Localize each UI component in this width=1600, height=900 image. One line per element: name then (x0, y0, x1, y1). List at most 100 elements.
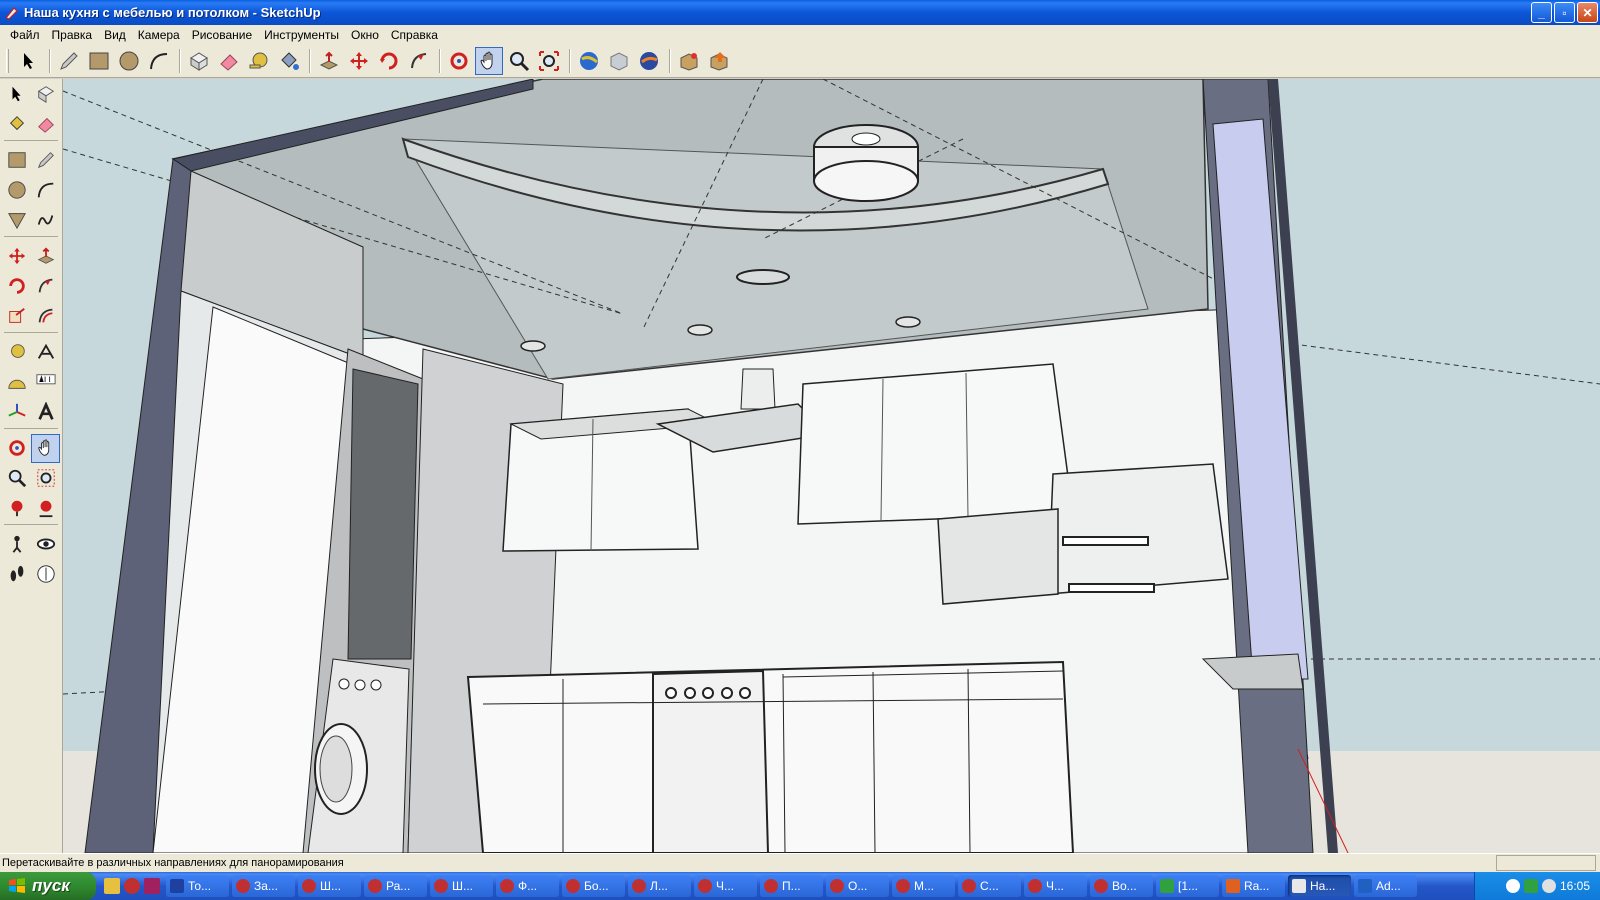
measurements-box[interactable] (1496, 855, 1596, 871)
pan-tool-icon[interactable] (475, 47, 503, 75)
eraser-tool-icon[interactable] (31, 110, 60, 139)
protractor-tool-icon[interactable] (2, 368, 31, 397)
menu-camera[interactable]: Камера (132, 28, 186, 42)
menu-draw[interactable]: Рисование (186, 28, 258, 42)
position-camera-icon[interactable] (2, 530, 31, 559)
arc-tool-icon[interactable] (31, 176, 60, 205)
eraser-tool-icon[interactable] (215, 47, 243, 75)
taskbar-item[interactable]: Л... (628, 875, 691, 897)
taskbar-item[interactable]: [1... (1156, 875, 1219, 897)
rectangle-tool-icon[interactable] (2, 146, 31, 175)
taskbar-item-sketchup[interactable]: На... (1288, 875, 1351, 897)
taskbar-item[interactable]: Бо... (562, 875, 625, 897)
quick-launch-icon[interactable] (124, 878, 140, 894)
toolbar-separator (569, 49, 571, 73)
quick-launch-icon[interactable] (144, 878, 160, 894)
taskbar-item[interactable]: Ш... (298, 875, 361, 897)
walk-tool-icon[interactable] (2, 560, 31, 589)
taskbar-item[interactable]: Ра... (364, 875, 427, 897)
taskbar-item[interactable]: П... (760, 875, 823, 897)
pencil-tool-icon[interactable] (55, 47, 83, 75)
rotate-tool-icon[interactable] (2, 272, 31, 301)
zoom-tool-icon[interactable] (2, 464, 31, 493)
sketchup-app-icon[interactable] (4, 5, 20, 21)
tray-expand-icon[interactable] (1505, 879, 1520, 893)
select-tool-icon[interactable] (2, 80, 31, 109)
scale-tool-icon[interactable] (2, 302, 31, 331)
zoom-window-tool-icon[interactable] (31, 464, 60, 493)
menu-window[interactable]: Окно (345, 28, 385, 42)
make-component-tool-icon[interactable] (185, 47, 213, 75)
get-models-icon[interactable] (605, 47, 633, 75)
taskbar-item[interactable]: Ra... (1222, 875, 1285, 897)
menu-file[interactable]: Файл (4, 28, 46, 42)
tray-icon[interactable] (1541, 879, 1556, 893)
zoom-tool-icon[interactable] (505, 47, 533, 75)
paint-bucket-tool-icon[interactable] (2, 110, 31, 139)
taskbar-item[interactable]: То... (166, 875, 229, 897)
zoom-extents-tool-icon[interactable] (535, 47, 563, 75)
rotate-tool-icon[interactable] (375, 47, 403, 75)
quick-launch-icon[interactable] (104, 878, 120, 894)
menu-edit[interactable]: Правка (46, 28, 99, 42)
line-tool-icon[interactable] (31, 146, 60, 175)
move-tool-icon[interactable] (345, 47, 373, 75)
offset-tool-icon[interactable] (31, 302, 60, 331)
orbit-tool-icon[interactable] (445, 47, 473, 75)
move-tool-icon[interactable] (2, 242, 31, 271)
tape-measure-tool-icon[interactable] (245, 47, 273, 75)
share-component-icon[interactable] (705, 47, 733, 75)
freehand-tool-icon[interactable] (31, 206, 60, 235)
start-button[interactable]: пуск (0, 872, 96, 900)
model-viewport[interactable] (63, 79, 1600, 853)
make-component-tool-icon[interactable] (31, 80, 60, 109)
circle-tool-icon[interactable] (2, 176, 31, 205)
polygon-tool-icon[interactable] (2, 206, 31, 235)
3d-text-tool-icon[interactable] (31, 398, 60, 427)
dimension-tool-icon[interactable] (31, 338, 60, 367)
taskbar-item[interactable]: За... (232, 875, 295, 897)
circle-tool-icon[interactable] (115, 47, 143, 75)
follow-me-tool-icon[interactable] (405, 47, 433, 75)
kitchen-model-scene[interactable] (63, 79, 1600, 853)
orbit-tool-icon[interactable] (2, 434, 31, 463)
previous-view-icon[interactable] (2, 494, 31, 523)
restore-button[interactable]: ▫ (1554, 2, 1575, 23)
select-tool-icon[interactable] (15, 47, 43, 75)
axes-tool-icon[interactable] (2, 398, 31, 427)
tray-icon[interactable] (1523, 879, 1538, 893)
taskbar-item[interactable]: Ad... (1354, 875, 1417, 897)
taskbar-item[interactable]: О... (826, 875, 889, 897)
rectangle-tool-icon[interactable] (85, 47, 113, 75)
menu-tools[interactable]: Инструменты (258, 28, 345, 42)
toolbar-separator (4, 332, 58, 336)
arc-tool-icon[interactable] (145, 47, 173, 75)
taskbar-item[interactable]: Ч... (1024, 875, 1087, 897)
pan-tool-icon[interactable] (31, 433, 60, 463)
paint-bucket-tool-icon[interactable] (275, 47, 303, 75)
taskbar-item[interactable]: М... (892, 875, 955, 897)
washer-knobs (338, 678, 382, 691)
follow-me-tool-icon[interactable] (31, 272, 60, 301)
toolbar-grip[interactable] (6, 49, 9, 73)
text-tool-icon[interactable] (31, 368, 60, 397)
tape-measure-tool-icon[interactable] (2, 338, 31, 367)
taskbar-item[interactable]: Ч... (694, 875, 757, 897)
taskbar-item[interactable]: Во... (1090, 875, 1153, 897)
taskbar-item[interactable]: С... (958, 875, 1021, 897)
section-plane-icon[interactable] (31, 560, 60, 589)
close-button[interactable]: ✕ (1577, 2, 1598, 23)
menu-help[interactable]: Справка (385, 28, 444, 42)
zoom-extents-tool-icon[interactable] (31, 494, 60, 523)
clock[interactable]: 16:05 (1560, 879, 1590, 893)
share-model-icon[interactable] (635, 47, 663, 75)
google-earth-icon[interactable] (575, 47, 603, 75)
push-pull-tool-icon[interactable] (315, 47, 343, 75)
push-pull-tool-icon[interactable] (31, 242, 60, 271)
minimize-button[interactable]: _ (1531, 2, 1552, 23)
taskbar-item[interactable]: Ф... (496, 875, 559, 897)
menu-view[interactable]: Вид (98, 28, 132, 42)
component-warehouse-icon[interactable] (675, 47, 703, 75)
look-around-icon[interactable] (31, 530, 60, 559)
taskbar-item[interactable]: Ш... (430, 875, 493, 897)
